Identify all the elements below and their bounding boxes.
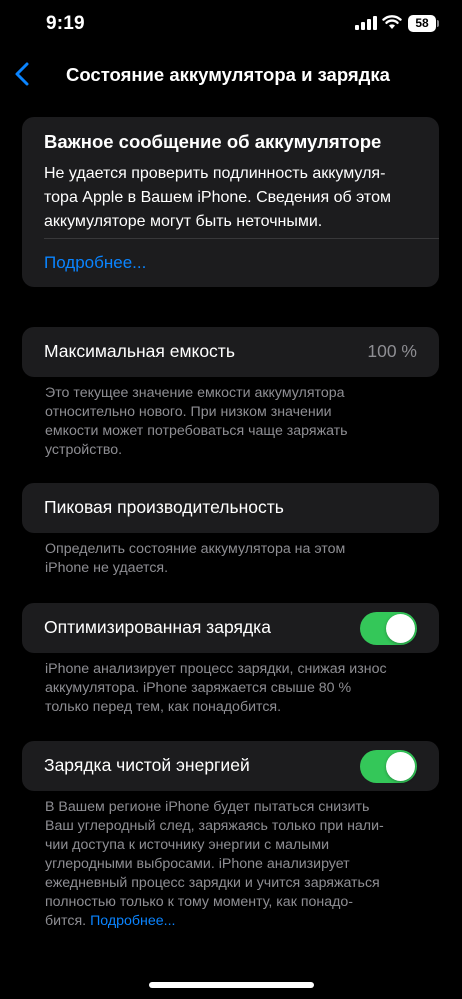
nav-bar: Состояние аккумулятора и зарядка: [0, 55, 462, 95]
footnote-line: чии доступа к источнику энергии с малыми: [45, 837, 330, 853]
divider: [44, 238, 439, 239]
footnote-line: аккумулятора. iPhone заряжается свыше 80…: [45, 680, 352, 696]
max-capacity-label: Максимальная емкость: [44, 341, 235, 361]
learn-more-link[interactable]: Подробнее...: [90, 913, 175, 929]
max-capacity-footnote: Это текущее значение емкости аккумулятор…: [45, 384, 430, 460]
optimized-charging-row: Оптимизированная зарядка: [22, 603, 439, 653]
footnote-line: ежедневный процесс зарядки и учится заря…: [45, 875, 380, 891]
footnote-line: емкости может потребоваться чаще заряжат…: [45, 423, 348, 439]
footnote-line: только перед тем, как понадобится.: [45, 699, 282, 715]
toggle-knob: [386, 752, 415, 781]
alert-title: Важное сообщение об аккумуляторе: [44, 131, 382, 152]
footnote-line: iPhone анализирует процесс зарядки, сниж…: [45, 661, 387, 677]
wifi-icon: [382, 15, 402, 29]
footnote-line: Определить состояние аккумулятора на это…: [45, 541, 346, 557]
learn-more-link[interactable]: Подробнее...: [44, 253, 146, 273]
max-capacity-value: 100 %: [367, 341, 417, 361]
optimized-charging-label: Оптимизированная зарядка: [44, 617, 271, 637]
alert-line: Не удается проверить подлинность аккумул…: [44, 165, 386, 182]
optimized-charging-toggle[interactable]: [360, 612, 417, 645]
peak-performance-label: Пиковая производительность: [44, 497, 284, 517]
status-bar: 9:19 58: [0, 0, 462, 50]
clean-energy-charging-toggle[interactable]: [360, 750, 417, 783]
battery-icon: 58: [408, 15, 436, 32]
cellular-signal-icon: [355, 16, 377, 30]
peak-performance-row[interactable]: Пиковая производительность: [22, 483, 439, 533]
footnote-line: iPhone не удается.: [45, 560, 169, 576]
footnote-line: В Вашем регионе iPhone будет пытаться сн…: [45, 799, 370, 815]
clean-energy-charging-label: Зарядка чистой энергией: [44, 755, 250, 775]
toggle-knob: [386, 614, 415, 643]
footnote-text: бится.: [45, 913, 87, 929]
chevron-left-icon[interactable]: [12, 61, 34, 87]
footnote-line: Ваш углеродный след, заряжаясь только пр…: [45, 818, 384, 834]
footnote-line: Это текущее значение емкости аккумулятор…: [45, 385, 345, 401]
footnote-line: бится. Подробнее...: [45, 912, 430, 931]
battery-tip: [437, 20, 439, 27]
alert-line: аккумуляторе могут быть неточными.: [44, 213, 323, 230]
battery-level: 58: [415, 16, 429, 30]
clean-energy-charging-row: Зарядка чистой энергией: [22, 741, 439, 791]
alert-line: тора Apple в Вашем iPhone. Сведения об э…: [44, 189, 391, 206]
battery-alert-card: Важное сообщение об аккумуляторе Не удае…: [22, 117, 439, 287]
max-capacity-row: Максимальная емкость 100 %: [22, 327, 439, 377]
alert-message: Не удается проверить подлинность аккумул…: [44, 162, 424, 234]
optimized-charging-footnote: iPhone анализирует процесс зарядки, сниж…: [45, 660, 430, 717]
footnote-line: полностью только к тому моменту, как пон…: [45, 894, 354, 910]
footnote-line: углеродными выбросами. iPhone анализируе…: [45, 856, 350, 872]
clean-energy-footnote: В Вашем регионе iPhone будет пытаться сн…: [45, 798, 430, 931]
footnote-line: относительно нового. При низком значении: [45, 404, 332, 420]
page-title: Состояние аккумулятора и зарядка: [66, 64, 390, 85]
home-indicator[interactable]: [149, 982, 314, 988]
footnote-line: устройство.: [45, 442, 123, 458]
status-time: 9:19: [46, 13, 85, 34]
peak-performance-footnote: Определить состояние аккумулятора на это…: [45, 540, 430, 578]
